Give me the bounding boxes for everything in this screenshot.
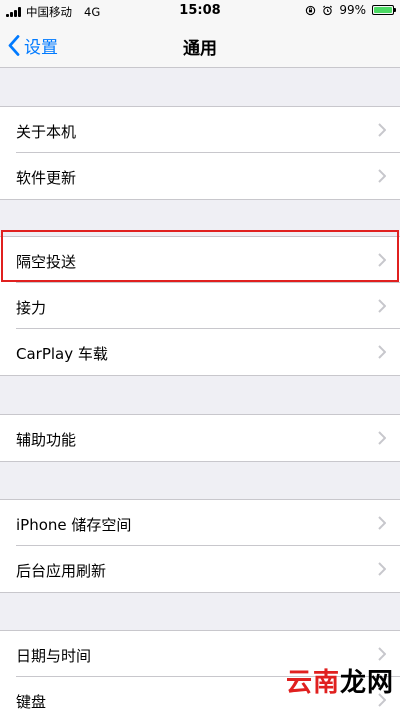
- settings-group-airdrop: 隔空投送 接力 CarPlay 车载: [0, 236, 400, 376]
- alarm-icon: [323, 5, 333, 15]
- battery-icon: [372, 5, 396, 15]
- chevron-right-icon: [378, 253, 386, 267]
- watermark: 云南龙网: [286, 662, 394, 699]
- battery-fill: [374, 7, 392, 13]
- row-label: 隔空投送: [16, 253, 77, 271]
- chevron-right-icon: [378, 647, 386, 661]
- settings-group-accessibility: 辅助功能: [0, 414, 400, 462]
- chevron-right-icon: [378, 431, 386, 445]
- row-label: 关于本机: [16, 123, 77, 141]
- chevron-right-icon: [378, 299, 386, 313]
- watermark-part-2: 龙网: [339, 668, 394, 698]
- chevron-right-icon: [378, 562, 386, 576]
- settings-row-airdrop[interactable]: 隔空投送: [0, 237, 400, 283]
- row-label: 软件更新: [16, 169, 77, 187]
- settings-row-about[interactable]: 关于本机: [0, 107, 400, 153]
- page-title: 通用: [183, 39, 217, 59]
- row-label: 接力: [16, 299, 47, 317]
- row-label: iPhone 储存空间: [16, 516, 132, 534]
- status-bar: 中国移动 4G 15:08 99%: [0, 0, 400, 22]
- chevron-right-icon: [378, 516, 386, 530]
- status-right: 99%: [305, 3, 396, 17]
- settings-row-software-update[interactable]: 软件更新: [0, 152, 400, 199]
- row-label: 后台应用刷新: [16, 562, 107, 580]
- settings-group-about: 关于本机 软件更新: [0, 106, 400, 200]
- chevron-right-icon: [378, 345, 386, 359]
- settings-row-handoff[interactable]: 接力: [0, 282, 400, 329]
- row-label: 日期与时间: [16, 647, 92, 665]
- settings-row-accessibility[interactable]: 辅助功能: [0, 415, 400, 461]
- nav-bar: 设置 通用: [0, 22, 400, 68]
- row-label: 键盘: [16, 693, 47, 711]
- settings-row-background-refresh[interactable]: 后台应用刷新: [0, 545, 400, 592]
- settings-group-storage: iPhone 储存空间 后台应用刷新: [0, 499, 400, 593]
- battery-percent: 99%: [339, 3, 366, 17]
- chevron-right-icon: [378, 123, 386, 137]
- chevron-right-icon: [378, 169, 386, 183]
- row-label: CarPlay 车载: [16, 345, 108, 363]
- orientation-lock-icon: [306, 5, 316, 15]
- settings-row-carplay[interactable]: CarPlay 车载: [0, 328, 400, 375]
- row-label: 辅助功能: [16, 431, 77, 449]
- settings-row-iphone-storage[interactable]: iPhone 储存空间: [0, 500, 400, 546]
- watermark-part-1: 云南: [285, 668, 340, 698]
